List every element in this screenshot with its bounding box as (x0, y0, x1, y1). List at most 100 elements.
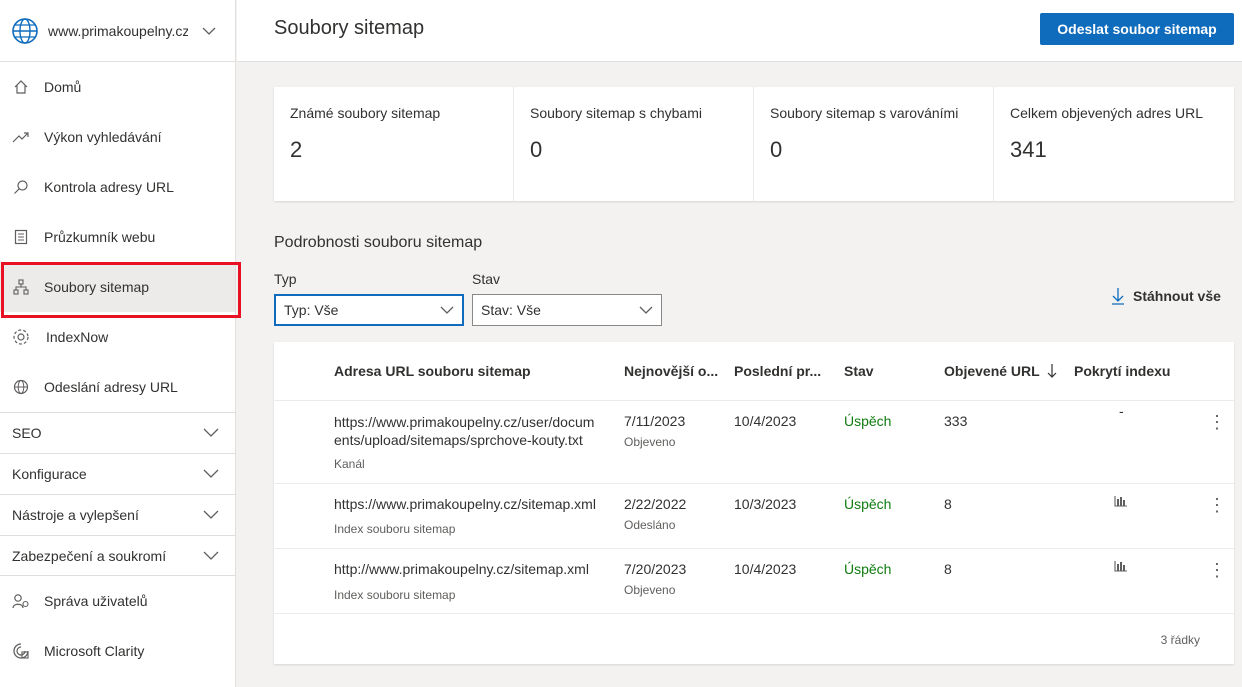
type-filter-dropdown[interactable]: Typ: Vše (274, 294, 464, 326)
latest-date-note: Objeveno (624, 435, 676, 449)
stat-label: Známé soubory sitemap (290, 105, 441, 121)
globe-icon (12, 17, 38, 44)
more-icon[interactable]: ⋮ (1208, 413, 1226, 431)
stat-value: 0 (770, 137, 783, 162)
nav-item-user-management[interactable]: Správa uživatelů (0, 576, 235, 626)
status-filter-value: Stav: Vše (481, 302, 541, 318)
latest-date-note: Odesláno (624, 518, 676, 532)
more-icon[interactable]: ⋮ (1208, 561, 1226, 579)
nav-item-search-performance[interactable]: Výkon vyhledávání (0, 112, 235, 162)
stat-value: 341 (1010, 137, 1047, 162)
users-icon (12, 592, 30, 610)
nav-item-url-inspection[interactable]: Kontrola adresy URL (0, 162, 235, 212)
header: Soubory sitemap Odeslat soubor sitemap (237, 0, 1242, 62)
last-read-date: 10/4/2023 (734, 561, 797, 577)
status-text: Úspěch (844, 496, 892, 512)
sitemap-url-line: ents/upload/sitemaps/sprchove-kouty.txt (334, 432, 583, 448)
nav-item-sitemaps[interactable]: Soubory sitemap (0, 262, 241, 318)
column-header-last[interactable]: Poslední pr... (734, 363, 821, 379)
column-header-status[interactable]: Stav (844, 363, 874, 379)
last-read-date: 10/3/2023 (734, 496, 797, 512)
stat-label: Soubory sitemap s varováními (770, 105, 959, 121)
nav-group-label: Nástroje a vylepšení (12, 507, 139, 523)
stats-card: Známé soubory sitemap 2 Soubory sitemap … (274, 87, 1234, 201)
table-row[interactable]: https://www.primakoupelny.cz/sitemap.xml… (274, 484, 1234, 549)
sitemap-url[interactable]: https://www.primakoupelny.cz/user/docum … (334, 413, 594, 449)
column-header-coverage[interactable]: Pokrytí indexu (1074, 363, 1170, 379)
globe-small-icon (12, 378, 30, 396)
found-urls: 8 (944, 496, 952, 512)
submit-sitemap-button[interactable]: Odeslat soubor sitemap (1040, 13, 1234, 45)
latest-date: 7/11/2023 (624, 413, 686, 429)
nav-item-url-submission[interactable]: Odeslání adresy URL (0, 362, 235, 412)
stat-known-sitemaps: Známé soubory sitemap 2 (274, 87, 514, 201)
site-name: www.primakoupelny.cz (48, 22, 188, 39)
stat-label: Soubory sitemap s chybami (530, 105, 702, 121)
latest-date: 7/20/2023 (624, 561, 687, 577)
search-icon (12, 178, 30, 196)
column-header-found-urls[interactable]: Objevené URL (944, 363, 1057, 379)
nav-label: Domů (44, 79, 82, 95)
status-text: Úspěch (844, 561, 892, 577)
more-icon[interactable]: ⋮ (1208, 496, 1226, 514)
stat-value: 2 (290, 137, 303, 162)
details-title: Podrobnosti souboru sitemap (274, 234, 483, 251)
column-header-latest[interactable]: Nejnovější o... (624, 363, 718, 379)
type-filter-label: Typ (274, 271, 297, 287)
download-all-button[interactable]: Stáhnout vše (1111, 287, 1221, 305)
download-icon (1112, 288, 1124, 305)
nav-label: Správa uživatelů (44, 593, 148, 609)
explorer-icon (12, 228, 30, 246)
table-row[interactable]: https://www.primakoupelny.cz/user/docum … (274, 401, 1234, 484)
last-read-date: 10/4/2023 (734, 413, 797, 429)
nav-group-label: SEO (12, 425, 42, 441)
sitemaps-table: Adresa URL souboru sitemap Nejnovější o.… (274, 342, 1234, 664)
nav-label: Odeslání adresy URL (44, 379, 178, 395)
bar-chart-icon[interactable] (1114, 495, 1128, 507)
site-picker[interactable]: www.primakoupelny.cz (0, 0, 235, 62)
stat-total-urls: Celkem objevených adres URL 341 (994, 87, 1234, 201)
latest-date-note: Objeveno (624, 583, 676, 597)
download-all-label: Stáhnout vše (1133, 288, 1221, 304)
table-row[interactable]: http://www.primakoupelny.cz/sitemap.xml … (274, 549, 1234, 614)
sitemap-icon (12, 278, 30, 296)
nav-item-clarity[interactable]: Microsoft Clarity (0, 626, 235, 676)
column-header-found-urls-label: Objevené URL (944, 363, 1040, 379)
sidebar: www.primakoupelny.cz Domů Výkon vyhledáv… (0, 0, 241, 687)
nav-item-site-explorer[interactable]: Průzkumník webu (0, 212, 235, 262)
chevron-down-icon (440, 306, 454, 314)
chevron-down-icon (203, 428, 219, 437)
arrow-down-icon (1047, 364, 1057, 378)
nav-group-seo[interactable]: SEO (0, 412, 235, 453)
nav-item-indexnow[interactable]: IndexNow (0, 312, 235, 362)
chevron-down-icon (202, 27, 216, 35)
sitemap-type: Index souboru sitemap (334, 588, 456, 602)
nav-item-home[interactable]: Domů (0, 62, 235, 112)
nav-group-configuration[interactable]: Konfigurace (0, 453, 235, 494)
nav-label: IndexNow (46, 329, 109, 345)
sitemap-type: Index souboru sitemap (334, 522, 456, 536)
gear-icon (12, 328, 30, 346)
nav-label: Soubory sitemap (44, 279, 150, 295)
status-filter-dropdown[interactable]: Stav: Vše (472, 294, 662, 326)
status-filter-label: Stav (472, 271, 501, 287)
table-header: Adresa URL souboru sitemap Nejnovější o.… (274, 342, 1234, 401)
latest-date: 2/22/2022 (624, 496, 687, 512)
home-icon (12, 78, 30, 96)
chevron-down-icon (203, 510, 219, 519)
sitemap-type: Kanál (334, 457, 365, 471)
nav-group-label: Konfigurace (12, 466, 87, 482)
found-urls: 333 (944, 413, 968, 429)
bar-chart-icon[interactable] (1114, 560, 1128, 572)
sitemap-url[interactable]: https://www.primakoupelny.cz/sitemap.xml (334, 496, 596, 512)
sitemap-url[interactable]: http://www.primakoupelny.cz/sitemap.xml (334, 561, 589, 577)
coverage-value: - (1119, 403, 1124, 419)
type-filter-value: Typ: Vše (284, 302, 339, 318)
chevron-down-icon (203, 551, 219, 560)
clarity-icon (12, 642, 30, 660)
nav-group-security[interactable]: Zabezpečení a soukromí (0, 535, 235, 576)
nav-group-tools[interactable]: Nástroje a vylepšení (0, 494, 235, 535)
found-urls: 8 (944, 561, 952, 577)
nav-label: Kontrola adresy URL (44, 179, 174, 195)
column-header-url[interactable]: Adresa URL souboru sitemap (334, 363, 531, 379)
